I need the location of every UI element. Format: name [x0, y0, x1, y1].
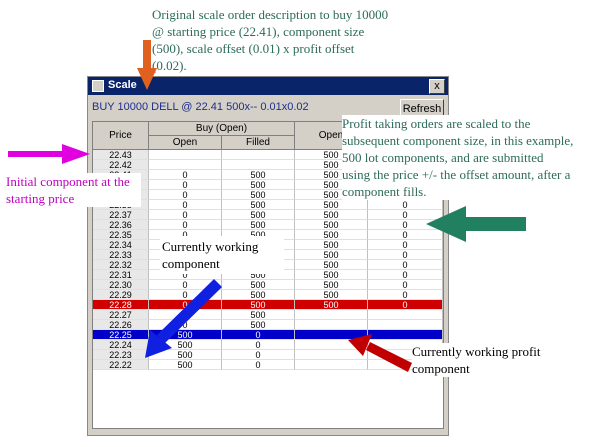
blue-arrow-icon — [145, 279, 222, 358]
red-arrow-icon — [348, 334, 412, 372]
annotation-arrows — [8, 40, 526, 372]
magenta-arrow-icon — [8, 144, 90, 164]
green-arrow-icon — [426, 206, 526, 242]
orange-arrow-icon — [137, 40, 157, 90]
